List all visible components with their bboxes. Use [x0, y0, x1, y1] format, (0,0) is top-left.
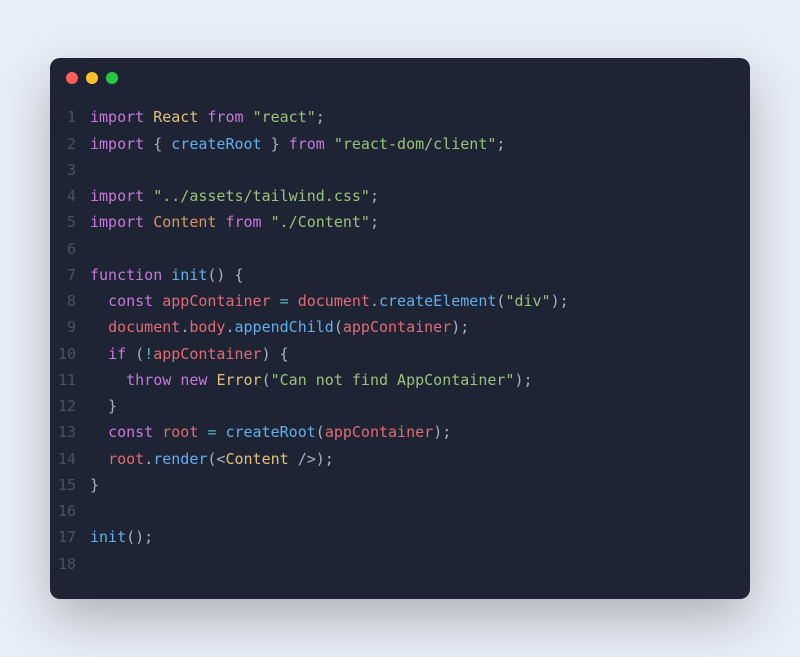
code-line: 11 throw new Error("Can not find AppCont…: [56, 367, 732, 393]
line-number: 12: [56, 393, 90, 419]
line-number: 2: [56, 131, 90, 157]
code-content: const appContainer = document.createElem…: [90, 288, 732, 314]
code-editor[interactable]: 1import React from "react";2import { cre…: [50, 98, 750, 599]
code-content: [90, 498, 732, 524]
code-line: 10 if (!appContainer) {: [56, 341, 732, 367]
line-number: 1: [56, 104, 90, 130]
line-number: 11: [56, 367, 90, 393]
code-content: document.body.appendChild(appContainer);: [90, 314, 732, 340]
line-number: 10: [56, 341, 90, 367]
code-line: 7function init() {: [56, 262, 732, 288]
code-content: if (!appContainer) {: [90, 341, 732, 367]
code-line: 18: [56, 551, 732, 577]
code-content: import Content from "./Content";: [90, 209, 732, 235]
line-number: 4: [56, 183, 90, 209]
code-line: 13 const root = createRoot(appContainer)…: [56, 419, 732, 445]
code-content: throw new Error("Can not find AppContain…: [90, 367, 732, 393]
code-line: 15}: [56, 472, 732, 498]
code-line: 2import { createRoot } from "react-dom/c…: [56, 131, 732, 157]
code-line: 12 }: [56, 393, 732, 419]
line-number: 15: [56, 472, 90, 498]
line-number: 7: [56, 262, 90, 288]
code-content: }: [90, 472, 732, 498]
code-line: 17init();: [56, 524, 732, 550]
line-number: 16: [56, 498, 90, 524]
line-number: 17: [56, 524, 90, 550]
code-content: import React from "react";: [90, 104, 732, 130]
code-line: 1import React from "react";: [56, 104, 732, 130]
code-content: root.render(<Content />);: [90, 446, 732, 472]
code-line: 8 const appContainer = document.createEl…: [56, 288, 732, 314]
line-number: 18: [56, 551, 90, 577]
code-line: 5import Content from "./Content";: [56, 209, 732, 235]
code-content: [90, 236, 732, 262]
code-line: 4import "../assets/tailwind.css";: [56, 183, 732, 209]
code-line: 16: [56, 498, 732, 524]
code-content: [90, 157, 732, 183]
code-line: 6: [56, 236, 732, 262]
code-window: 1import React from "react";2import { cre…: [50, 58, 750, 599]
code-content: import { createRoot } from "react-dom/cl…: [90, 131, 732, 157]
code-content: const root = createRoot(appContainer);: [90, 419, 732, 445]
zoom-icon[interactable]: [106, 72, 118, 84]
window-titlebar: [50, 58, 750, 98]
code-content: function init() {: [90, 262, 732, 288]
close-icon[interactable]: [66, 72, 78, 84]
code-content: [90, 551, 732, 577]
line-number: 9: [56, 314, 90, 340]
minimize-icon[interactable]: [86, 72, 98, 84]
line-number: 5: [56, 209, 90, 235]
line-number: 3: [56, 157, 90, 183]
line-number: 6: [56, 236, 90, 262]
line-number: 14: [56, 446, 90, 472]
code-content: import "../assets/tailwind.css";: [90, 183, 732, 209]
line-number: 13: [56, 419, 90, 445]
code-line: 9 document.body.appendChild(appContainer…: [56, 314, 732, 340]
code-line: 3: [56, 157, 732, 183]
code-content: init();: [90, 524, 732, 550]
code-line: 14 root.render(<Content />);: [56, 446, 732, 472]
code-content: }: [90, 393, 732, 419]
line-number: 8: [56, 288, 90, 314]
